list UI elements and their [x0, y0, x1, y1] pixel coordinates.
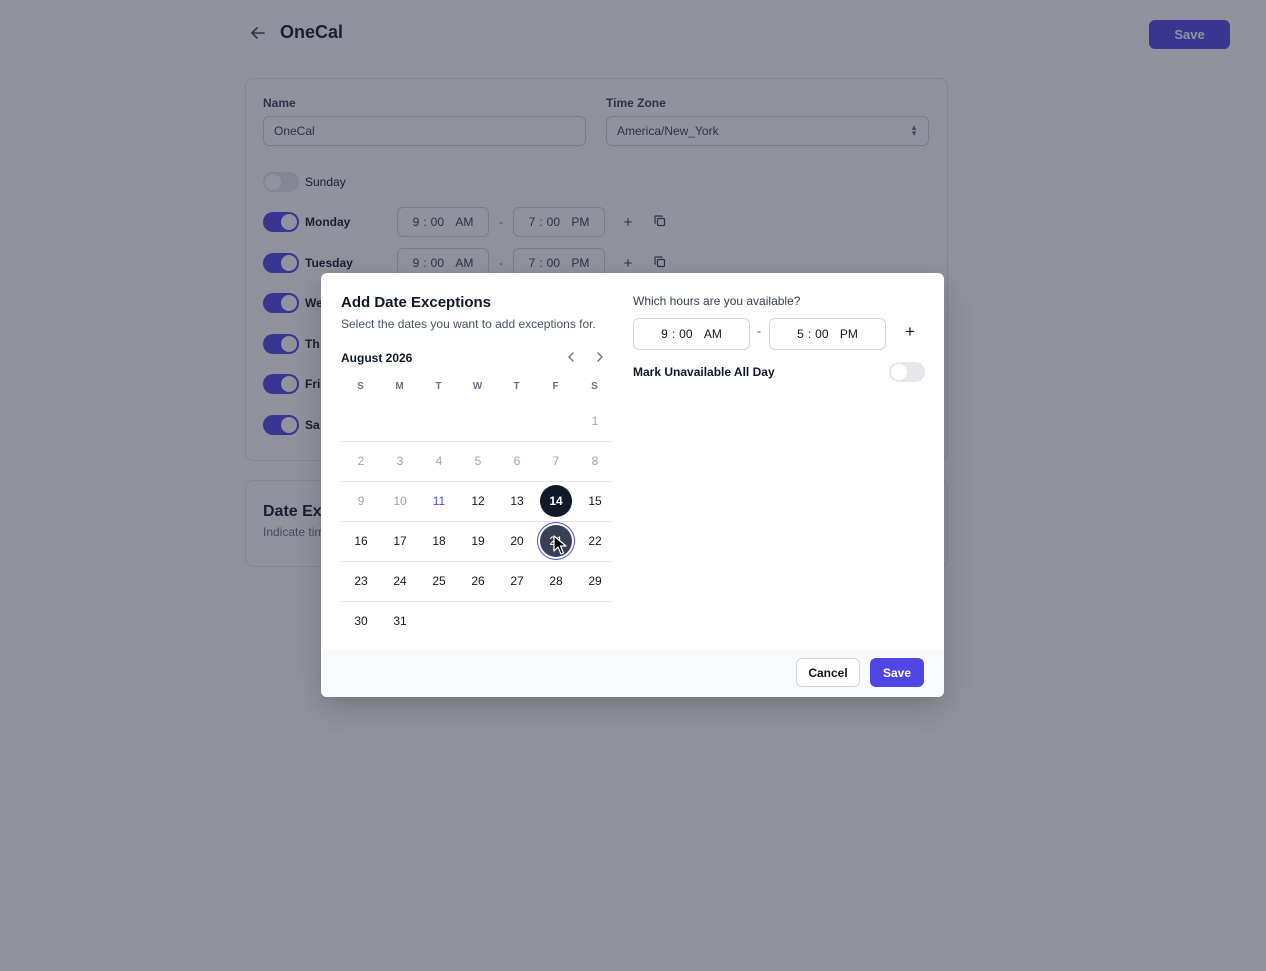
week-divider: [341, 601, 613, 602]
hour: 9: [661, 327, 668, 341]
weekday-header: W: [472, 381, 483, 392]
cancel-button[interactable]: Cancel: [796, 658, 860, 687]
period: PM: [839, 327, 858, 341]
unavailable-all-day-toggle[interactable]: [889, 362, 925, 382]
add-time-range-button[interactable]: +: [903, 322, 917, 342]
weekday-header: S: [591, 381, 598, 392]
weekday-header: T: [513, 381, 520, 392]
calendar-day[interactable]: 25: [423, 565, 455, 597]
calendar-day[interactable]: 18: [423, 525, 455, 557]
calendar-day[interactable]: 29: [579, 565, 611, 597]
exception-end-time[interactable]: 5 : 00 PM: [769, 318, 886, 350]
calendar-day[interactable]: 7: [540, 445, 572, 477]
calendar-day[interactable]: 17: [384, 525, 416, 557]
calendar-day[interactable]: 12: [462, 485, 494, 517]
calendar-day[interactable]: 1: [579, 405, 611, 437]
calendar-day[interactable]: 13: [501, 485, 533, 517]
calendar-day[interactable]: 24: [384, 565, 416, 597]
exception-start-time[interactable]: 9 : 00 AM: [633, 318, 750, 350]
calendar-day[interactable]: 27: [501, 565, 533, 597]
save-button[interactable]: Save: [870, 658, 924, 687]
calendar-day[interactable]: 28: [540, 565, 572, 597]
week-divider: [341, 441, 613, 442]
calendar-day[interactable]: 14: [540, 485, 572, 517]
calendar-day[interactable]: 26: [462, 565, 494, 597]
dialog-subtitle: Select the dates you want to add excepti…: [341, 317, 596, 331]
week-divider: [341, 481, 613, 482]
weekday-header: M: [395, 381, 404, 392]
unavailable-all-day-label: Mark Unavailable All Day: [633, 365, 775, 379]
calendar-day[interactable]: 30: [345, 605, 377, 637]
calendar-day[interactable]: 31: [384, 605, 416, 637]
hours-label: Which hours are you available?: [633, 294, 801, 308]
time-separator: -: [757, 324, 761, 338]
week-divider: [341, 521, 613, 522]
calendar-day[interactable]: 22: [579, 525, 611, 557]
calendar-day[interactable]: 16: [345, 525, 377, 557]
weekday-header: T: [435, 381, 442, 392]
calendar-day[interactable]: 5: [462, 445, 494, 477]
weekday-header: S: [357, 381, 364, 392]
calendar-day[interactable]: 23: [345, 565, 377, 597]
weekday-header: F: [552, 381, 559, 392]
calendar-day[interactable]: 8: [579, 445, 611, 477]
time-colon: :: [807, 327, 812, 341]
toggle-knob: [891, 364, 907, 380]
time-colon: :: [671, 327, 676, 341]
calendar-day[interactable]: 9: [345, 485, 377, 517]
calendar-day[interactable]: 11: [423, 485, 455, 517]
week-divider: [341, 561, 613, 562]
dialog-title: Add Date Exceptions: [341, 294, 492, 311]
chevron-left-icon[interactable]: [563, 349, 579, 365]
dialog-footer: Cancel Save: [321, 649, 944, 697]
chevron-right-icon[interactable]: [592, 349, 608, 365]
calendar-day[interactable]: 6: [501, 445, 533, 477]
calendar-day[interactable]: 4: [423, 445, 455, 477]
add-date-exceptions-dialog: Add Date Exceptions Select the dates you…: [321, 273, 944, 697]
calendar-month-label: August 2026: [341, 351, 413, 365]
mouse-cursor-icon: [553, 535, 567, 555]
calendar-day[interactable]: 10: [384, 485, 416, 517]
calendar-day[interactable]: 3: [384, 445, 416, 477]
calendar-day[interactable]: 2: [345, 445, 377, 477]
minute: 00: [679, 327, 693, 341]
calendar-day[interactable]: 20: [501, 525, 533, 557]
calendar-day[interactable]: 15: [579, 485, 611, 517]
minute: 00: [815, 327, 829, 341]
calendar-day[interactable]: 19: [462, 525, 494, 557]
period: AM: [703, 327, 722, 341]
hour: 5: [797, 327, 804, 341]
